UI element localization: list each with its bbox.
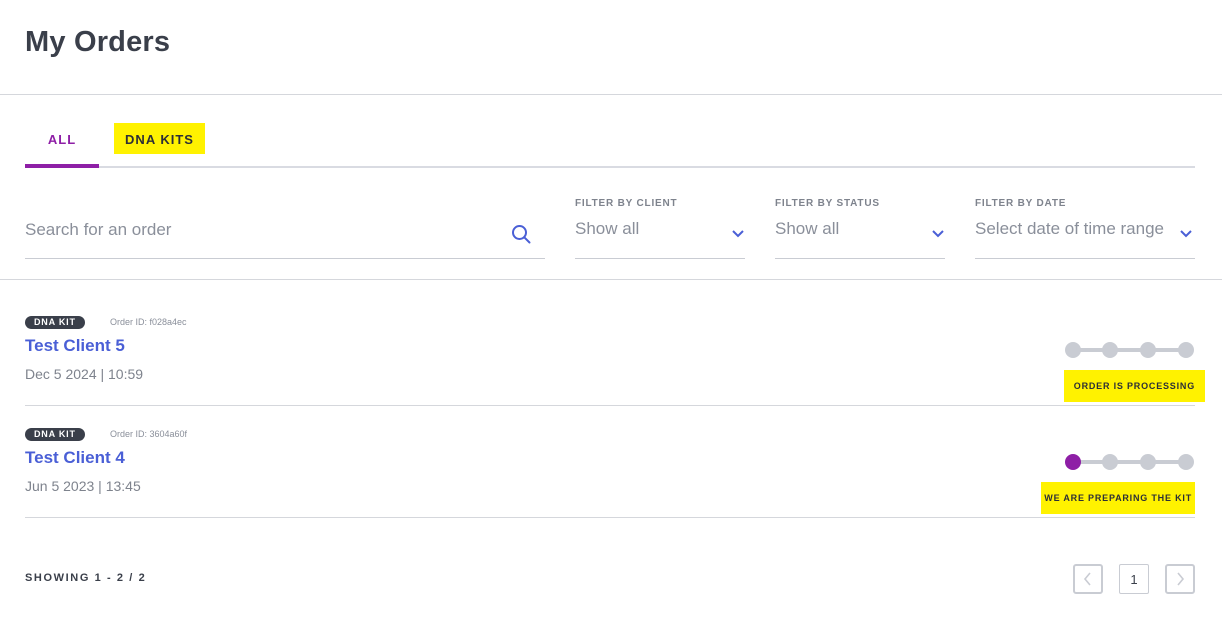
chevron-down-icon (932, 230, 944, 238)
filters-divider (0, 279, 1222, 280)
chevron-left-icon (1083, 572, 1091, 586)
search-field (25, 216, 545, 259)
filter-status-value: Show all (775, 219, 840, 238)
filter-client-value: Show all (575, 219, 640, 238)
order-status: WE ARE PREPARING THE KIT (1041, 482, 1195, 514)
row-divider (25, 517, 1195, 518)
order-tabs: ALL DNA KITS (25, 123, 1195, 168)
tab-all[interactable]: ALL (25, 123, 99, 168)
next-page-button[interactable] (1165, 564, 1195, 594)
order-client-link[interactable]: Test Client 4 (25, 448, 125, 468)
search-input[interactable] (25, 216, 495, 244)
filter-client-label: FILTER BY CLIENT (575, 198, 678, 209)
progress-step-1 (1065, 342, 1081, 358)
tab-dna-kits-label: DNA KITS (125, 132, 194, 147)
order-id: Order ID: 3604a60f (110, 429, 188, 439)
order-progress-tracker (1065, 453, 1195, 471)
previous-page-button[interactable] (1073, 564, 1103, 594)
search-icon[interactable] (511, 224, 531, 244)
product-badge: DNA KIT (25, 428, 85, 441)
progress-step-3 (1140, 454, 1156, 470)
chevron-down-icon (1180, 230, 1192, 238)
order-row: DNA KIT Order ID: f028a4ec Test Client 5… (25, 316, 1205, 406)
progress-track (1073, 460, 1187, 464)
order-date: Jun 5 2023 | 13:45 (25, 478, 141, 494)
pagination-summary: SHOWING 1 - 2 / 2 (25, 572, 147, 584)
filter-by-date[interactable]: FILTER BY DATE Select date of time range (975, 198, 1195, 259)
order-row: DNA KIT Order ID: 3604a60f Test Client 4… (25, 428, 1195, 518)
row-divider (25, 405, 1195, 406)
progress-step-3 (1140, 342, 1156, 358)
page-title: My Orders (25, 26, 171, 58)
active-tab-underline (25, 164, 99, 168)
progress-step-1 (1065, 454, 1081, 470)
progress-step-4 (1178, 454, 1194, 470)
order-client-link[interactable]: Test Client 5 (25, 336, 125, 356)
header-divider (0, 94, 1222, 95)
order-progress-tracker (1065, 341, 1195, 359)
progress-step-2 (1102, 454, 1118, 470)
progress-track (1073, 348, 1187, 352)
tab-dna-kits[interactable]: DNA KITS (114, 123, 205, 154)
order-status: ORDER IS PROCESSING (1063, 370, 1205, 402)
filter-by-client[interactable]: FILTER BY CLIENT Show all (575, 198, 745, 259)
chevron-right-icon (1177, 572, 1185, 586)
product-badge: DNA KIT (25, 316, 85, 329)
filter-by-status[interactable]: FILTER BY STATUS Show all (775, 198, 945, 259)
progress-step-4 (1178, 342, 1194, 358)
page-number-button[interactable]: 1 (1119, 564, 1149, 594)
filter-status-label: FILTER BY STATUS (775, 198, 880, 209)
tabs-baseline (25, 166, 1195, 168)
chevron-down-icon (732, 230, 744, 238)
tab-all-label: ALL (47, 132, 77, 147)
order-date: Dec 5 2024 | 10:59 (25, 366, 144, 382)
filter-date-label: FILTER BY DATE (975, 198, 1067, 209)
progress-step-2 (1102, 342, 1118, 358)
order-id: Order ID: f028a4ec (110, 317, 187, 327)
filter-date-value: Select date of time range (975, 219, 1165, 238)
